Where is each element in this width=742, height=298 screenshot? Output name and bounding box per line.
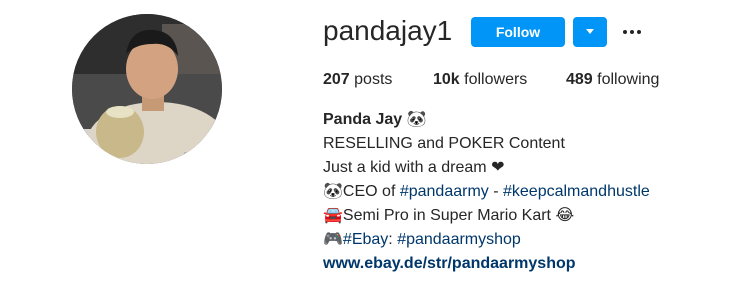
bio-line: Just a kid with a dream ❤: [323, 159, 505, 176]
followers-label: followers: [464, 71, 528, 88]
following-label: following: [597, 71, 660, 88]
posts-stat: 207 posts: [323, 70, 433, 90]
more-options-button[interactable]: [620, 22, 644, 42]
hashtag-link[interactable]: #pandaarmyshop: [397, 231, 521, 248]
followers-stat[interactable]: 10k followers: [433, 70, 566, 90]
posts-label: posts: [354, 71, 393, 88]
hashtag-link[interactable]: 🎮#Ebay: [323, 231, 388, 248]
avatar-photo: [72, 14, 222, 164]
following-stat[interactable]: 489 following: [566, 70, 659, 90]
more-options-icon: [623, 30, 627, 34]
bio-text: 🐼CEO of: [323, 183, 400, 200]
following-count: 489: [566, 71, 593, 88]
profile-bio: Panda Jay 🐼 RESELLING and POKER Content …: [323, 108, 733, 276]
more-options-icon: [630, 30, 634, 34]
hashtag-link[interactable]: #keepcalmandhustle: [503, 183, 650, 200]
hashtag-link[interactable]: #pandaarmy: [400, 183, 489, 200]
bio-line: 🎮#Ebay: #pandaarmyshop: [323, 228, 733, 252]
profile-username: pandajay1: [323, 15, 453, 46]
chevron-down-icon: [586, 29, 594, 34]
bio-text: :: [388, 231, 398, 248]
more-options-icon: [637, 30, 641, 34]
bio-line: 🐼CEO of #pandaarmy - #keepcalmandhustle: [323, 180, 733, 204]
profile-display-name: Panda Jay 🐼: [323, 111, 427, 128]
suggested-accounts-dropdown-button[interactable]: [573, 17, 607, 47]
website-link[interactable]: www.ebay.de/str/pandaarmyshop: [323, 252, 733, 276]
bio-line: 🚘Semi Pro in Super Mario Kart 😂: [323, 207, 575, 224]
follow-button[interactable]: Follow: [471, 17, 565, 47]
followers-count: 10k: [433, 71, 460, 88]
profile-avatar[interactable]: [72, 14, 222, 164]
bio-line: RESELLING and POKER Content: [323, 135, 565, 152]
bio-text: -: [488, 183, 503, 200]
profile-stats: 207 posts 10k followers 489 following: [323, 70, 659, 90]
posts-count: 207: [323, 71, 350, 88]
